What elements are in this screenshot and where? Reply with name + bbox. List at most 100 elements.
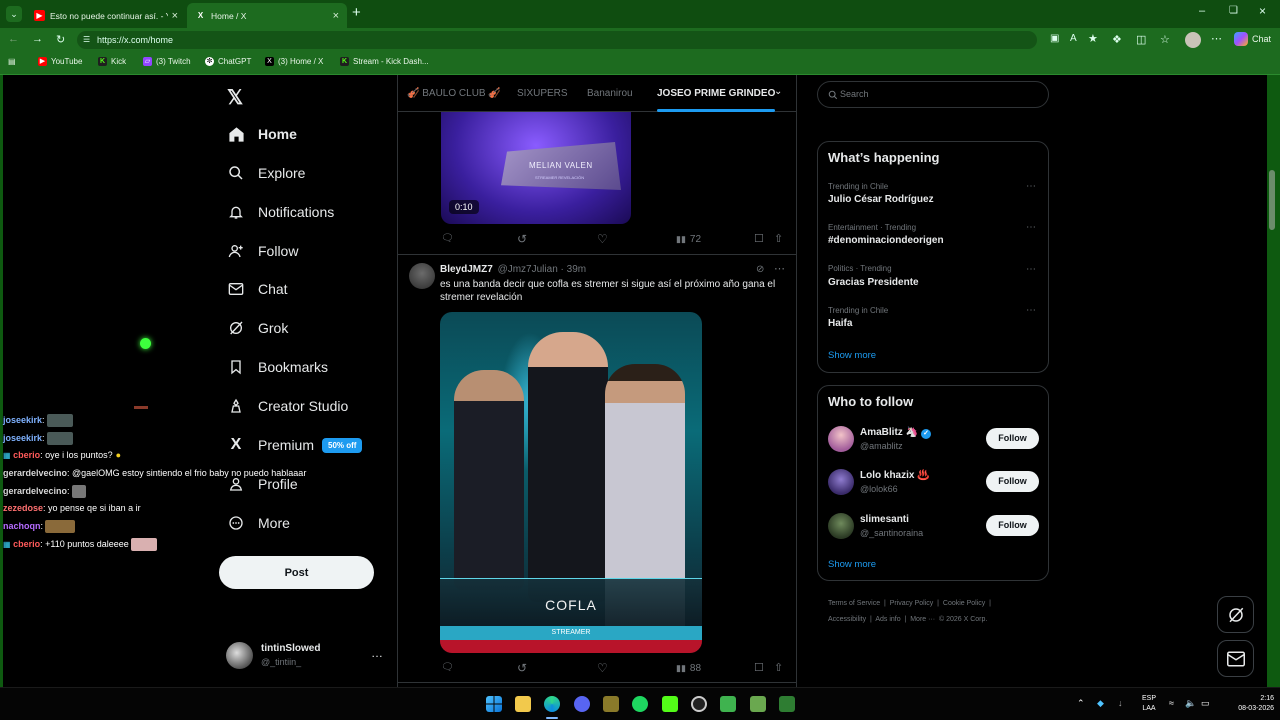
minimize-button[interactable]: – xyxy=(1199,5,1205,17)
footer-links[interactable]: Terms of Service | Privacy Policy | Cook… xyxy=(828,596,1048,628)
tab-bananirou[interactable]: Bananirou xyxy=(587,88,633,99)
chevron-down-icon[interactable]: ⌄ xyxy=(774,86,782,97)
like-icon[interactable]: ♡ xyxy=(597,661,608,675)
nav-premium[interactable]: X Premium 50% off xyxy=(227,436,363,454)
bookmark-chatgpt[interactable]: ✼ ChatGPT xyxy=(205,57,251,66)
more-icon[interactable]: ⋯ xyxy=(1026,222,1036,233)
more-icon[interactable]: ⋯ xyxy=(1026,181,1036,192)
avatar[interactable] xyxy=(828,426,854,452)
settings-more-icon[interactable]: ⋯ xyxy=(1211,32,1222,45)
wtf-handle[interactable]: @_santinoraina xyxy=(860,528,923,538)
grok-icon[interactable]: ⊘ xyxy=(756,264,764,275)
nav-follow[interactable]: Follow xyxy=(227,242,298,260)
chat-floating-button[interactable] xyxy=(1217,640,1254,677)
split-screen-icon[interactable]: ◫ xyxy=(1136,33,1146,46)
app-stack-icon[interactable] xyxy=(779,696,795,712)
account-more-icon[interactable]: … xyxy=(371,646,383,660)
more-icon[interactable]: ⋯ xyxy=(1026,264,1036,275)
extensions-icon[interactable]: ❖ xyxy=(1112,33,1122,46)
tweet-more-icon[interactable]: ⋯ xyxy=(774,262,785,275)
bookmarks-menu-icon[interactable]: ▤ xyxy=(8,57,16,66)
restore-button[interactable]: ❏ xyxy=(1229,5,1238,16)
forward-icon[interactable]: → xyxy=(32,33,43,45)
follow-button[interactable]: Follow xyxy=(986,428,1039,449)
tweet-time[interactable]: · 39m xyxy=(561,264,587,275)
profile-avatar[interactable] xyxy=(1185,32,1201,48)
bookmark-icon[interactable]: ☐ xyxy=(754,661,764,674)
reply-icon[interactable]: 🗨 xyxy=(441,662,454,673)
x-logo[interactable]: 𝕏 xyxy=(227,85,243,110)
trends-show-more-link[interactable]: Show more xyxy=(828,350,876,361)
input-language[interactable]: ESP LAA xyxy=(1138,694,1160,714)
nav-bookmarks[interactable]: Bookmarks xyxy=(227,358,328,376)
nav-more[interactable]: More xyxy=(227,514,290,532)
site-info-icon[interactable]: ☰ xyxy=(83,31,90,49)
wtf-name[interactable]: AmaBlitz 🦄 ✓ xyxy=(860,427,932,439)
close-tab-icon[interactable]: × xyxy=(333,10,339,22)
more-icon[interactable]: ⋯ xyxy=(1026,305,1036,316)
wtf-name[interactable]: slimesanti xyxy=(860,514,909,525)
copilot-chat-button[interactable]: Chat xyxy=(1234,32,1271,46)
avatar[interactable] xyxy=(828,513,854,539)
avatar[interactable] xyxy=(828,469,854,495)
url-input[interactable]: ☰ https://x.com/home xyxy=(77,31,1037,49)
discord-icon[interactable] xyxy=(574,696,590,712)
search-input[interactable]: Search xyxy=(817,81,1049,108)
like-icon[interactable]: ♡ xyxy=(597,232,608,246)
follow-button[interactable]: Follow xyxy=(986,515,1039,536)
clock[interactable]: 2:16 08-03-2026 xyxy=(1222,694,1274,714)
retweet-icon[interactable]: ↺ xyxy=(517,661,527,675)
tray-usb-icon[interactable]: ↓ xyxy=(1118,698,1123,708)
wtf-name[interactable]: Lolo khazix ♨️ xyxy=(860,470,930,481)
views-icon[interactable]: ▮▮ 72 xyxy=(676,234,701,245)
tray-app-icon[interactable]: ◆ xyxy=(1097,698,1104,709)
tab-youtube[interactable]: ▶ Esto no puede continuar así. - You × xyxy=(26,3,186,28)
bookmark-kick-dashboard[interactable]: K Stream - Kick Dash... xyxy=(340,57,429,66)
follow-button[interactable]: Follow xyxy=(986,471,1039,492)
wifi-icon[interactable]: ≈ xyxy=(1169,698,1174,708)
tab-baulo-club[interactable]: 🎻 BAULO CLUB 🎻 xyxy=(407,88,501,99)
tab-sixupers[interactable]: SIXUPERS xyxy=(517,88,568,99)
obs-icon[interactable] xyxy=(691,696,707,712)
bookmark-kick[interactable]: K Kick xyxy=(98,57,126,66)
reader-icon[interactable]: ▣ xyxy=(1050,33,1059,44)
wtf-handle[interactable]: @amablitz xyxy=(860,441,903,451)
nav-explore[interactable]: Explore xyxy=(227,164,305,182)
tweet-author-handle[interactable]: @Jmz7Julian xyxy=(498,264,558,275)
favorites-icon[interactable]: ☆ xyxy=(1160,33,1170,46)
views-icon[interactable]: ▮▮ 88 xyxy=(676,663,701,674)
tab-actions-icon[interactable]: ⌄ xyxy=(6,6,22,22)
nav-notifications[interactable]: Notifications xyxy=(227,203,334,221)
close-tab-icon[interactable]: × xyxy=(172,10,178,22)
reply-icon[interactable]: 🗨 xyxy=(441,233,454,244)
grok-floating-button[interactable] xyxy=(1217,596,1254,633)
nav-chat[interactable]: Chat xyxy=(227,280,288,298)
tweet-author-name[interactable]: BleydJMZ7 xyxy=(440,264,493,275)
share-icon[interactable]: ⇧ xyxy=(774,232,783,245)
account-switcher[interactable]: tintinSlowed @_tintiin_ … xyxy=(226,640,386,672)
bookmark-icon[interactable]: ☐ xyxy=(754,232,764,245)
tab-joseo-prime-grindeo[interactable]: JOSEO PRIME GRINDEO xyxy=(657,88,775,99)
file-explorer-icon[interactable] xyxy=(515,696,531,712)
post-button[interactable]: Post xyxy=(219,556,374,589)
volume-icon[interactable]: 🔈 xyxy=(1185,698,1196,709)
bookmark-x-home[interactable]: X (3) Home / X xyxy=(265,57,323,66)
close-window-button[interactable]: × xyxy=(1259,4,1266,18)
minecraft-icon[interactable] xyxy=(750,696,766,712)
nav-grok[interactable]: Grok xyxy=(227,319,288,337)
bookmark-youtube[interactable]: ▶ YouTube xyxy=(38,57,82,66)
back-icon[interactable]: ← xyxy=(8,33,19,45)
nav-home[interactable]: Home xyxy=(227,125,297,143)
tweet-avatar[interactable] xyxy=(409,263,435,289)
windows-start-icon[interactable] xyxy=(486,696,502,712)
edge-icon[interactable] xyxy=(544,696,560,712)
tweet-image[interactable]: COFLA STREAMER xyxy=(440,312,702,653)
tray-chevron-icon[interactable]: ⌃ xyxy=(1077,698,1085,709)
refresh-icon[interactable]: ↻ xyxy=(56,33,65,46)
retweet-icon[interactable]: ↺ xyxy=(517,232,527,246)
battery-icon[interactable]: ▭ xyxy=(1201,698,1210,709)
spotify-icon[interactable] xyxy=(632,696,648,712)
scrollbar-thumb[interactable] xyxy=(1269,170,1275,230)
wtf-handle[interactable]: @lolok66 xyxy=(860,484,898,494)
favorite-star-icon[interactable]: ★ xyxy=(1088,32,1098,45)
